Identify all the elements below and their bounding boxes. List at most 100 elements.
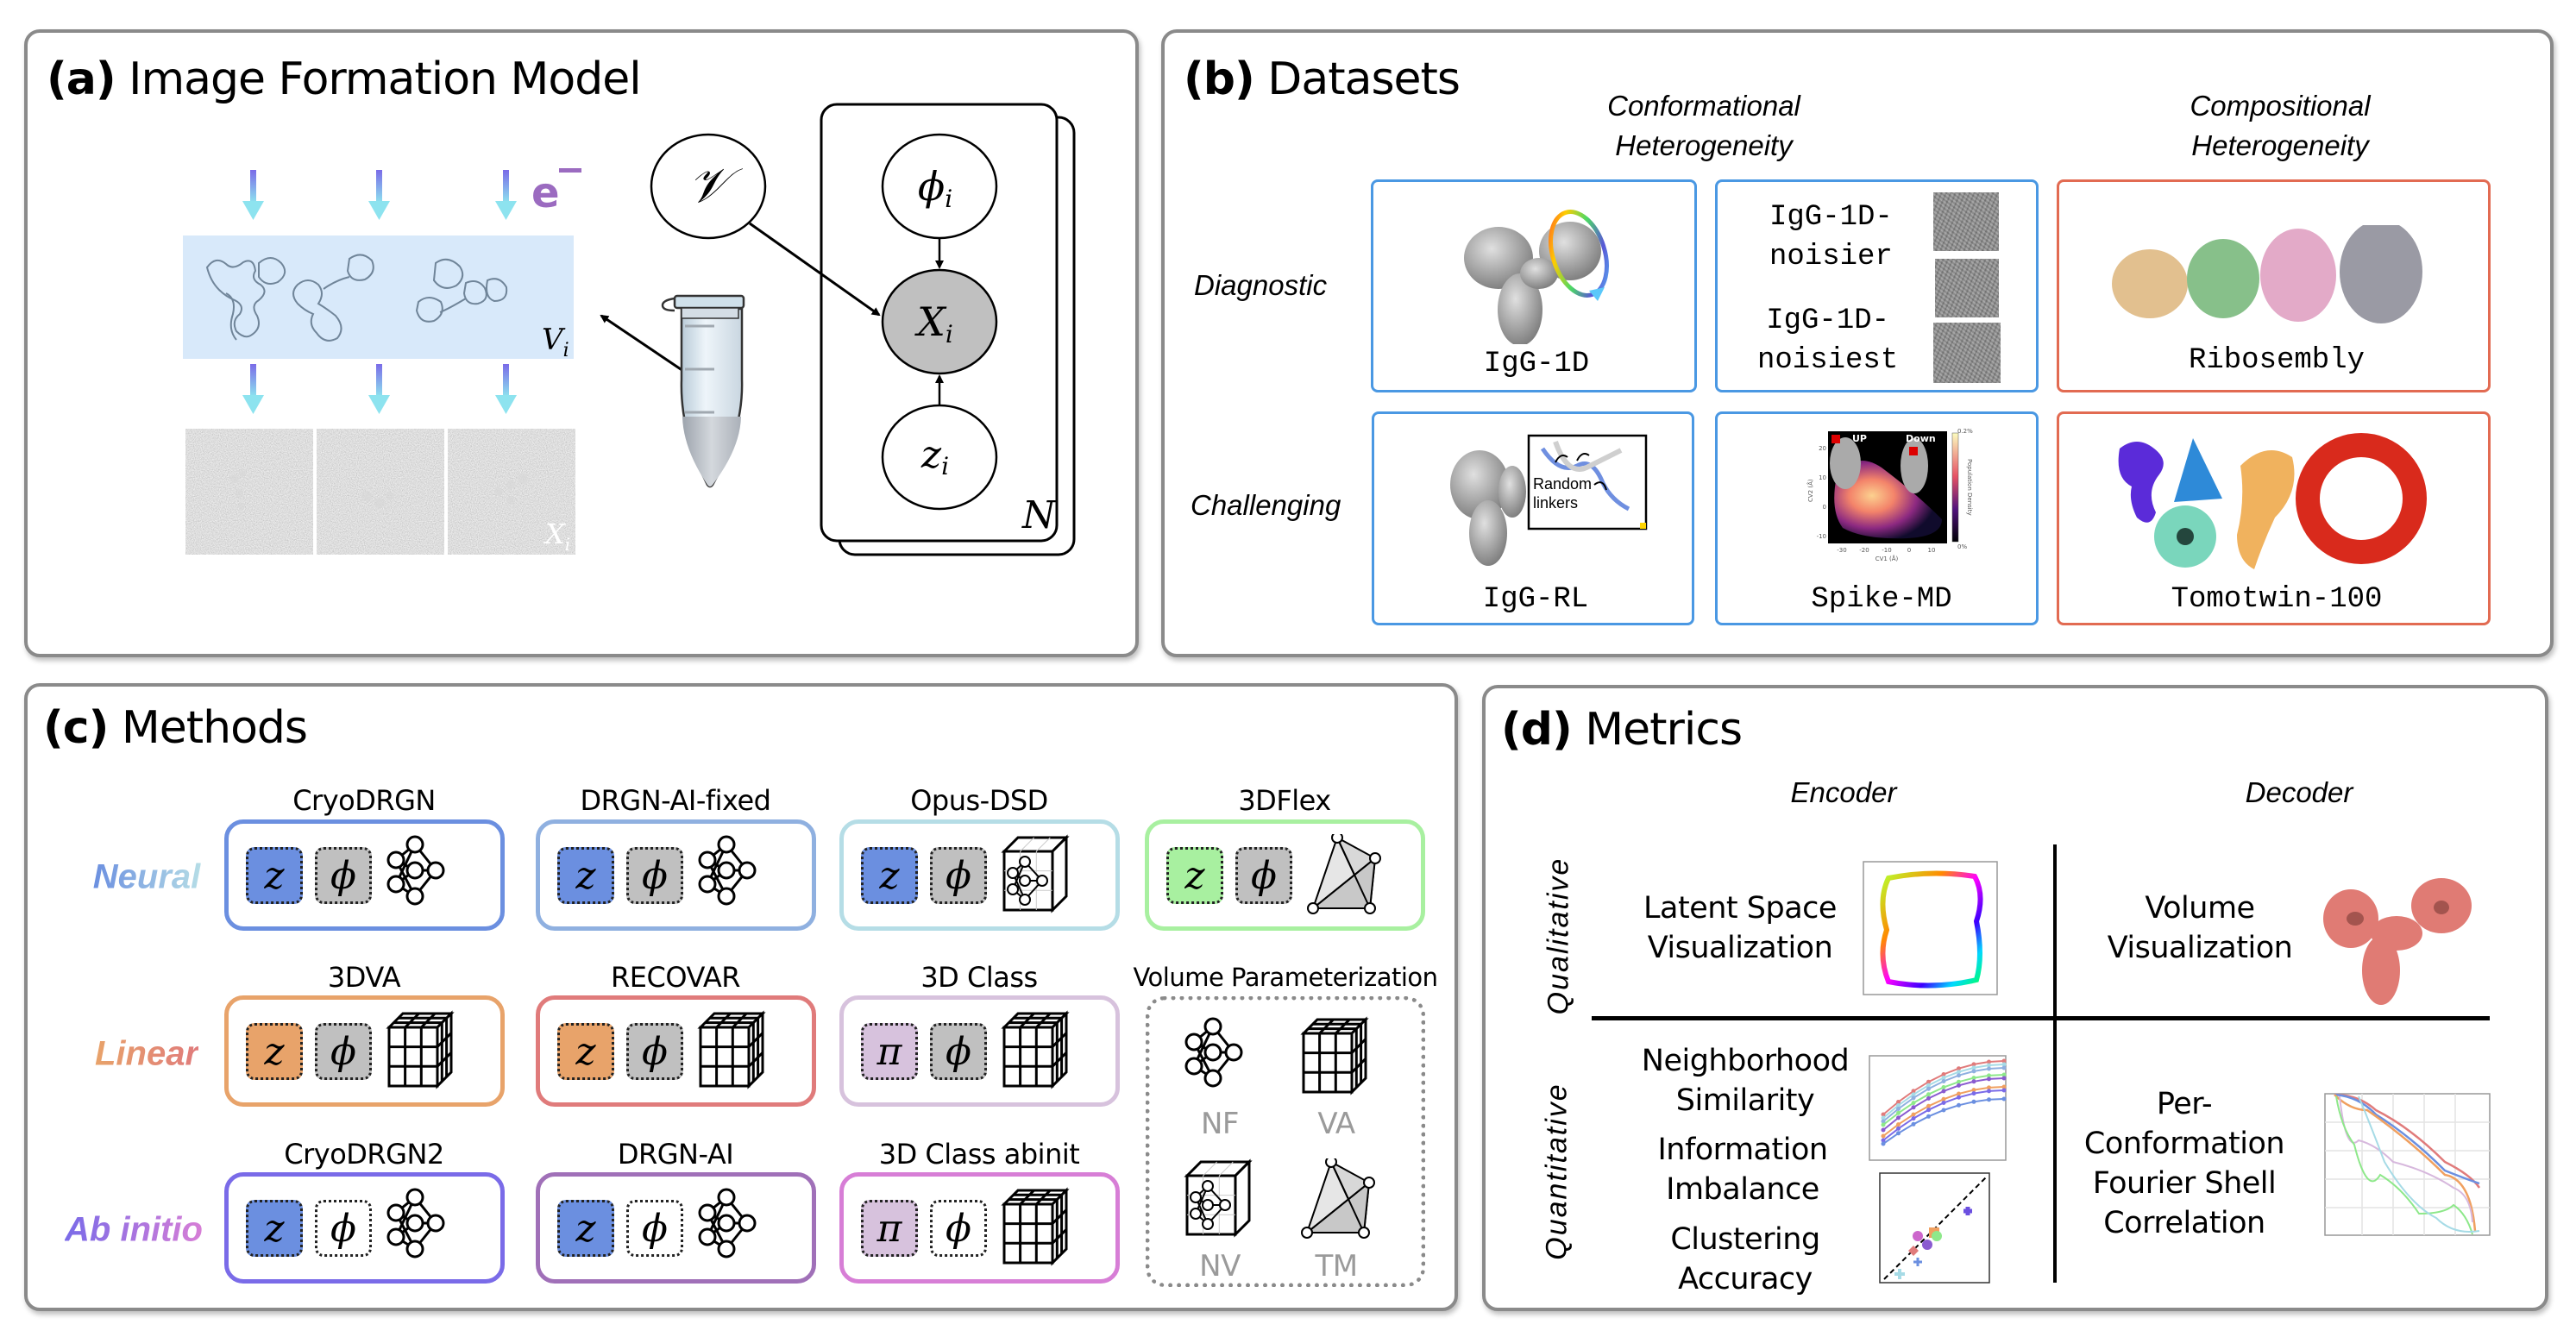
column-header-decoder: Decoder xyxy=(2245,776,2353,808)
method-card-3dflex[interactable]: zϕ xyxy=(1145,819,1425,931)
nf-volume-icon xyxy=(1184,1017,1243,1088)
pose-variable-token: ϕ xyxy=(1235,847,1292,904)
curve-point xyxy=(1896,1110,1901,1115)
method-name: 3D Class abinit xyxy=(878,1138,1080,1171)
curve-point xyxy=(1911,1112,1916,1117)
method-card-drgn-ai[interactable]: zϕ xyxy=(536,1172,816,1284)
curve-point xyxy=(1911,1101,1916,1106)
method-card-recovar[interactable]: zϕ xyxy=(536,995,816,1107)
clustering-scatter-plot-icon xyxy=(1879,1172,1990,1284)
dataset-card-ribosembly[interactable]: Ribosembly xyxy=(2057,179,2491,392)
sample-to-volume-arrow xyxy=(600,314,684,373)
method-card-opus-dsd[interactable]: zϕ xyxy=(839,819,1120,931)
plate-label: N xyxy=(1021,493,1057,537)
curve-point xyxy=(1926,1086,1931,1091)
curve-point xyxy=(1971,1091,1976,1096)
curve-point xyxy=(1911,1121,1916,1127)
method-card-3d-class[interactable]: πϕ xyxy=(839,995,1120,1107)
tm-volume-icon xyxy=(1307,834,1381,914)
volume-render-icon xyxy=(2323,878,2472,1005)
y-tick: 20 xyxy=(1819,445,1826,452)
va-volume-icon xyxy=(697,1010,766,1089)
colorbar-label: Population Density xyxy=(1966,459,1973,516)
nf-volume-icon xyxy=(386,835,445,906)
curve-point xyxy=(1881,1141,1886,1146)
curve-point xyxy=(1926,1108,1931,1113)
method-card-3dva[interactable]: zϕ xyxy=(224,995,505,1107)
column-header-compositional: Compositional Heterogeneity xyxy=(2190,90,2371,161)
latent-variable-token: z xyxy=(246,1023,303,1080)
dataset-card-igg-1d[interactable]: IgG-1D xyxy=(1371,179,1697,392)
noisiest-sample-image xyxy=(1933,323,2001,383)
curve-point xyxy=(1896,1115,1901,1120)
method-card-drgn-ai-fixed[interactable]: zϕ xyxy=(536,819,816,931)
method-card-3d-class-abinit[interactable]: πϕ xyxy=(839,1172,1120,1284)
colorbar-max: 0.2% xyxy=(1957,428,1973,435)
curve-point xyxy=(2001,1065,2007,1070)
metric-clustering-accuracy: Clustering Accuracy xyxy=(1670,1222,1820,1296)
curve-point xyxy=(1941,1108,1946,1113)
dataset-card-igg-rl[interactable]: Random linkers IgG-RL xyxy=(1372,411,1694,625)
metric-per-conformation-fsc: Per- Conformation Fourier Shell Correlat… xyxy=(2083,1087,2285,1240)
pose-variable-token: ϕ xyxy=(930,1023,987,1080)
volume-type-label: NF xyxy=(1201,1107,1240,1141)
curve-point xyxy=(1896,1122,1901,1127)
image-formation-diagram: e Vi Xi N 𝒱 ϕi Xi zi xyxy=(183,103,1076,556)
electron-beam-arrows-bottom xyxy=(242,364,517,414)
beam-arrow-icon xyxy=(368,170,390,220)
tm-volume-icon xyxy=(1301,1158,1375,1239)
beam-arrow-icon xyxy=(495,364,517,414)
row-label-ab-initio: Ab initio xyxy=(65,1210,203,1249)
curve-point xyxy=(1987,1089,1991,1094)
dataset-card-igg-1d-noisy[interactable]: IgG-1D- noisier IgG-1D- noisiest xyxy=(1715,179,2039,392)
method-card-cryodrgn[interactable]: zϕ xyxy=(224,819,505,931)
volume-type-label: TM xyxy=(1315,1249,1358,1284)
x-axis-label: CV1 (Å) xyxy=(1875,555,1899,562)
latent-variable-token: z xyxy=(557,847,614,904)
row-label-challenging: Challenging xyxy=(1191,489,1341,521)
x-tick: 0 xyxy=(1907,547,1911,554)
latent-variable-token: π xyxy=(861,1023,918,1080)
dataset-name: Tomotwin-100 xyxy=(2171,583,2383,616)
curve-point xyxy=(1911,1105,1916,1110)
curve-point xyxy=(1971,1079,1976,1084)
pose-variable-token: ϕ xyxy=(626,847,683,904)
panel-c-title: (c) Methods xyxy=(43,702,308,754)
curve-point xyxy=(1881,1127,1886,1133)
panel-d-title: (d) Metrics xyxy=(1501,704,1743,756)
beam-arrow-icon xyxy=(242,170,264,220)
row-label-neural: Neural xyxy=(92,857,201,896)
curve-point xyxy=(1957,1102,1961,1108)
dataset-card-spike-md[interactable]: UP Down 0.2% 0% Population Density -30 -… xyxy=(1715,411,2039,625)
dataset-card-tomotwin-100[interactable]: Tomotwin-100 xyxy=(2057,411,2491,625)
fsc-curves-plot-icon xyxy=(2324,1093,2491,1236)
nv-volume-icon xyxy=(1184,1158,1253,1238)
curve-point xyxy=(1926,1095,1931,1101)
y-tick: -10 xyxy=(1817,533,1826,540)
tomotwin-structures-icon xyxy=(2118,433,2427,569)
particle-image xyxy=(185,429,313,555)
electron-beam-arrows-top xyxy=(242,170,517,220)
sample-tube-icon xyxy=(661,294,745,488)
curve-point xyxy=(1881,1122,1886,1127)
spike-state-up: UP xyxy=(1852,433,1867,444)
method-name: CryoDRGN2 xyxy=(284,1138,444,1171)
x-tick: -10 xyxy=(1882,547,1891,554)
pose-variable-token: ϕ xyxy=(626,1023,683,1080)
beam-arrow-icon xyxy=(495,170,517,220)
va-volume-icon xyxy=(386,1010,455,1089)
metric-volume-visualization: Volume Visualization xyxy=(2107,891,2293,965)
pose-variable-token: ϕ xyxy=(626,1200,683,1257)
method-card-cryodrgn2[interactable]: zϕ xyxy=(224,1172,505,1284)
nv-volume-icon xyxy=(1001,834,1070,913)
curve-point xyxy=(1941,1079,1946,1083)
nf-volume-icon xyxy=(698,1188,757,1259)
dataset-name: Spike-MD xyxy=(1811,583,1952,616)
noisier-sample-image-2 xyxy=(1935,259,1999,317)
dataset-name-noisier: IgG-1D- noisier xyxy=(1769,201,1893,273)
latent-variable-token: π xyxy=(861,1200,918,1257)
latent-variable-token: z xyxy=(246,847,303,904)
curve-point xyxy=(1957,1073,1961,1078)
curve-point xyxy=(1957,1083,1961,1088)
metric-neighborhood-similarity: Neighborhood Similarity xyxy=(1641,1044,1850,1118)
